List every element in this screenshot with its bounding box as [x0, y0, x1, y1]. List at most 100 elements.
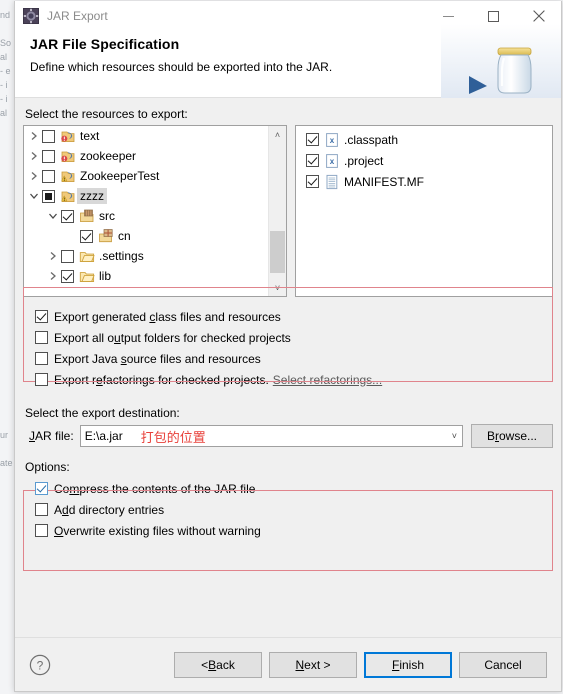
button-mnemonic: F: [391, 657, 400, 672]
checkbox-unchecked[interactable]: [35, 331, 48, 344]
scroll-down-icon[interactable]: ˅: [269, 279, 286, 296]
tree-row-label: zookeeper: [80, 149, 137, 163]
option-mnemonic: m: [69, 481, 80, 496]
svg-text:x: x: [330, 157, 335, 166]
chevron-down-icon[interactable]: ˅: [452, 426, 457, 446]
checkbox-checked[interactable]: [306, 133, 319, 146]
button-post: ext >: [304, 657, 331, 672]
file-row[interactable]: MANIFEST.MF: [296, 171, 552, 192]
tree-row-label: .settings: [99, 249, 144, 263]
option-mnemonic: e: [96, 372, 103, 387]
checkbox-checked[interactable]: [61, 209, 74, 223]
java-project-warning-icon: [60, 168, 76, 184]
jar-label-text: AR file:: [35, 429, 74, 443]
tree-twisty-collapsed-icon[interactable]: [45, 248, 61, 264]
tree-row-label: cn: [118, 229, 131, 243]
help-question-icon[interactable]: ?: [29, 654, 51, 676]
checkbox-checked[interactable]: [306, 154, 319, 167]
tree-twisty-expanded-icon[interactable]: [45, 208, 61, 224]
folder-icon: [79, 268, 95, 284]
tree-row[interactable]: src: [24, 206, 269, 226]
tree-twisty-collapsed-icon[interactable]: [26, 168, 42, 184]
checkbox-unchecked[interactable]: [35, 373, 48, 386]
tree-row-label: text: [80, 129, 100, 143]
cancel-button[interactable]: Cancel: [459, 651, 547, 678]
checkbox-unchecked[interactable]: [42, 129, 55, 143]
back-button[interactable]: < Back: [174, 651, 262, 678]
checkbox-unchecked[interactable]: [61, 249, 74, 263]
tree-row[interactable]: ZookeeperTest: [24, 166, 269, 186]
destination-label-text: Select the export destination:: [25, 406, 180, 420]
option-post: tput folders for checked projects: [120, 330, 291, 345]
tree-row[interactable]: zzzz: [24, 186, 269, 206]
dialog-header: JAR File Specification Define which reso…: [15, 24, 561, 102]
file-row-label: MANIFEST.MF: [344, 174, 424, 189]
option-pre: A: [54, 502, 63, 517]
tree-vertical-scrollbar[interactable]: ˄ ˅: [268, 126, 286, 296]
option-post: press the contents of the JAR file: [79, 481, 256, 496]
tree-twisty-collapsed-icon[interactable]: [26, 128, 42, 144]
manifest-file-icon: [324, 174, 340, 190]
option-post: lass files and resources: [155, 309, 281, 324]
checkbox-checked[interactable]: [35, 482, 48, 495]
export-option-row[interactable]: Export refactorings for checked projects…: [23, 369, 553, 390]
file-row-label: .project: [344, 153, 384, 168]
tree-twisty-collapsed-icon[interactable]: [26, 148, 42, 164]
jar-export-dialog: JAR Export JAR File Specification Define…: [14, 1, 562, 692]
scroll-up-icon[interactable]: ˄: [269, 126, 286, 143]
scrollbar-thumb[interactable]: [270, 231, 285, 273]
file-row[interactable]: x .project: [296, 150, 552, 171]
checkbox-checked[interactable]: [306, 175, 319, 188]
xml-file-icon: x: [324, 153, 340, 169]
jar-option-row[interactable]: Compress the contents of the JAR file: [23, 478, 553, 499]
tree-row[interactable]: zookeeper: [24, 146, 269, 166]
checkbox-unchecked[interactable]: [35, 524, 48, 537]
checkbox-unchecked[interactable]: [42, 169, 55, 183]
jar-file-input[interactable]: E:\a.jar 打包的位置 ˅: [79, 425, 463, 447]
jar-option-row[interactable]: Add directory entries: [23, 499, 553, 520]
tree-row[interactable]: .settings: [24, 246, 269, 266]
checkbox-unchecked[interactable]: [42, 149, 55, 163]
select-refactorings-link[interactable]: Select refactorings...: [273, 373, 382, 387]
footer-buttons: < Back Next > Finish Cancel: [167, 651, 547, 678]
tree-row-label: ZookeeperTest: [80, 169, 160, 183]
options-label: Options:: [25, 460, 553, 474]
browse-post: owse...: [499, 429, 538, 443]
button-mnemonic: N: [295, 657, 305, 672]
option-pre: Export all o: [54, 330, 115, 345]
resources-label-text: Select the resources to export:: [25, 107, 188, 121]
export-option-row[interactable]: Export generated class files and resourc…: [23, 306, 553, 327]
checkbox-unchecked[interactable]: [35, 503, 48, 516]
finish-button[interactable]: Finish: [364, 651, 452, 678]
destination-label: Select the export destination:: [25, 406, 553, 420]
export-option-label: Export refactorings for checked projects…: [54, 373, 269, 387]
file-row[interactable]: x .classpath: [296, 129, 552, 150]
checkbox-partial[interactable]: [42, 189, 55, 203]
browse-pre: B: [486, 429, 495, 443]
tree-row[interactable]: lib: [24, 266, 269, 286]
tree-twisty-expanded-icon[interactable]: [26, 188, 42, 204]
tree-row-label: zzzz: [77, 188, 107, 204]
dialog-footer: ? < Back Next > Finish Cancel: [15, 637, 561, 691]
checkbox-checked[interactable]: [35, 310, 48, 323]
option-pre: Export Java: [54, 351, 121, 366]
resource-file-list[interactable]: x .classpath x .project MANIFEST.MF: [295, 125, 553, 297]
browse-button[interactable]: Br owse...: [471, 424, 553, 448]
jar-file-value: E:\a.jar: [84, 429, 123, 443]
tree-twisty-collapsed-icon[interactable]: [45, 268, 61, 284]
java-project-error-icon: [60, 128, 76, 144]
export-option-row[interactable]: Export Java source files and resources: [23, 348, 553, 369]
resource-tree[interactable]: text zookeeper ZookeeperTest zzzz src cn .sett…: [23, 125, 287, 297]
next-button[interactable]: Next >: [269, 651, 357, 678]
export-option-row[interactable]: Export all output folders for checked pr…: [23, 327, 553, 348]
jar-option-label: Compress the contents of the JAR file: [54, 482, 255, 496]
tree-row[interactable]: cn: [24, 226, 269, 246]
tree-row[interactable]: text: [24, 126, 269, 146]
option-post: ource files and resources: [126, 351, 261, 366]
checkbox-checked[interactable]: [61, 269, 74, 283]
jar-file-row: JAR file: E:\a.jar 打包的位置 ˅ Br owse...: [23, 424, 553, 448]
folder-icon: [79, 248, 95, 264]
checkbox-unchecked[interactable]: [35, 352, 48, 365]
checkbox-checked[interactable]: [80, 229, 93, 243]
jar-option-row[interactable]: Overwrite existing files without warning: [23, 520, 553, 541]
